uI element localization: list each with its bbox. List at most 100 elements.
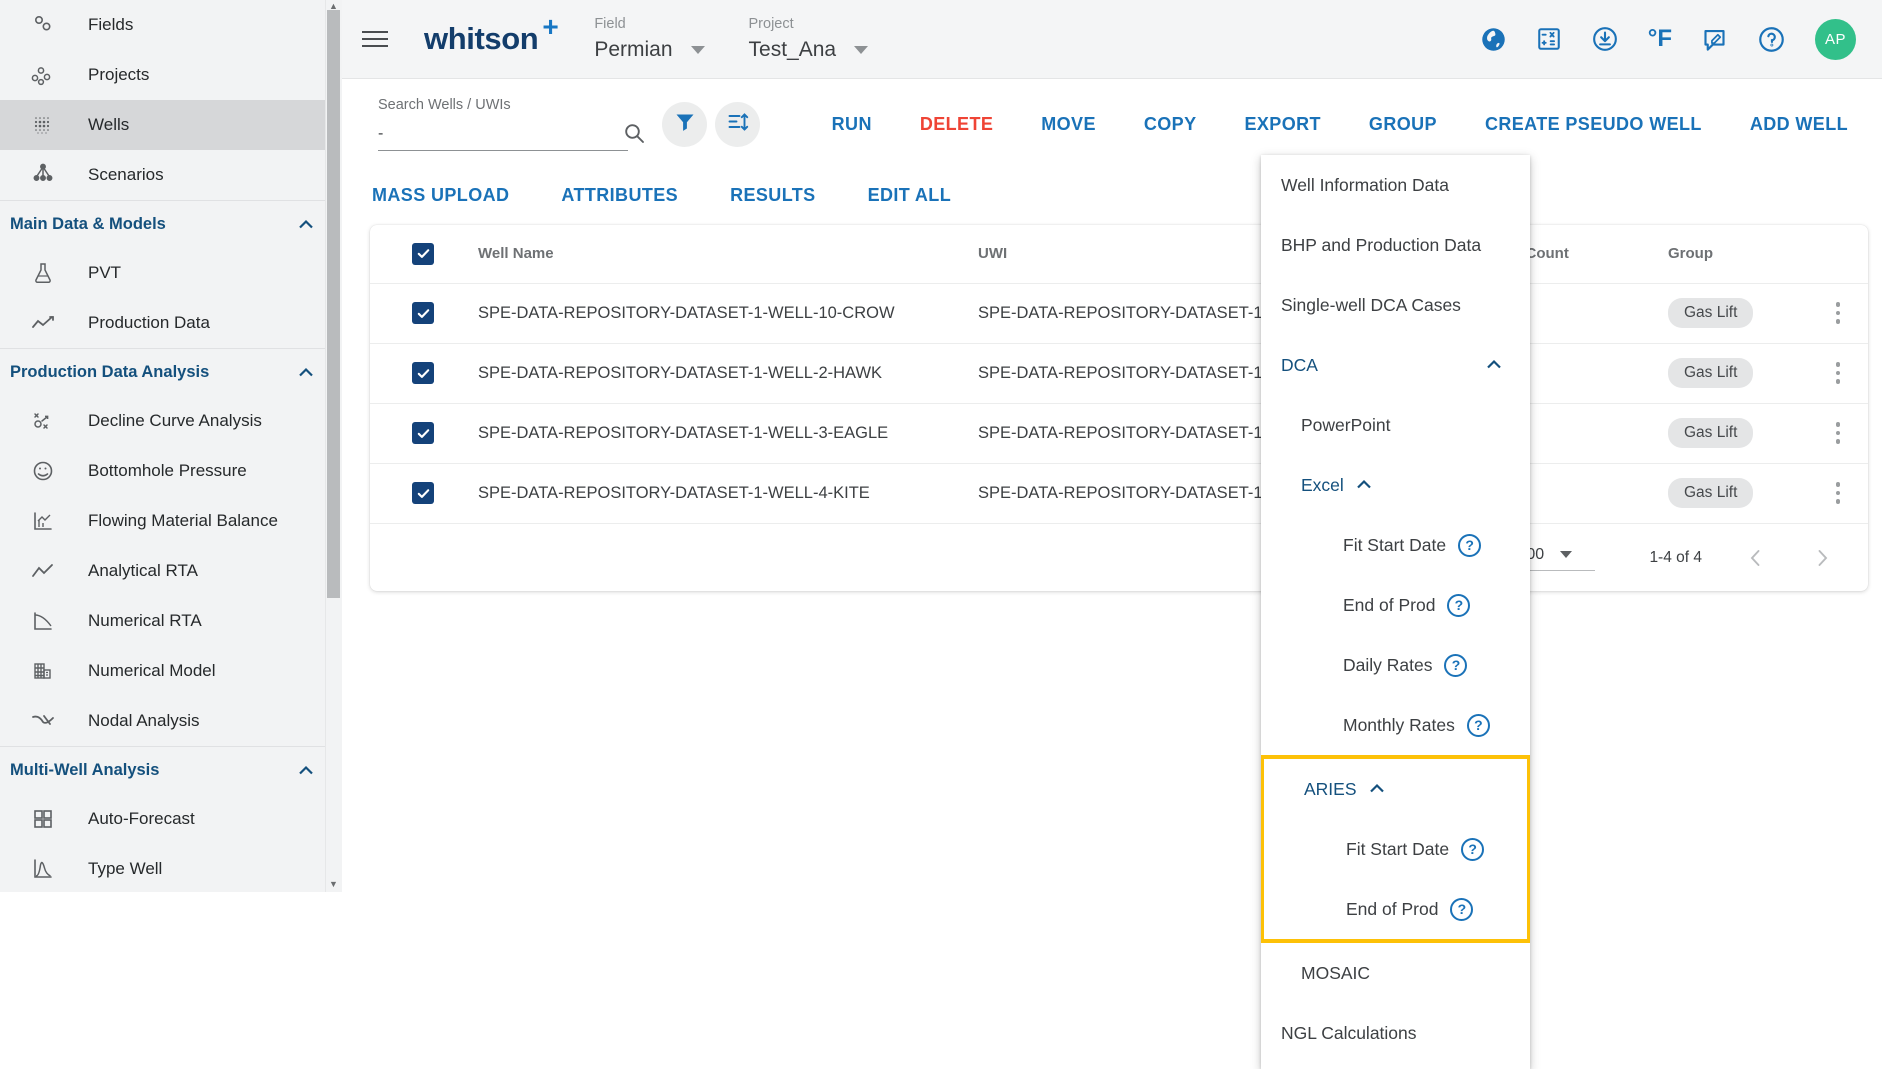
menu-item-bhp-and-production-data[interactable]: BHP and Production Data (1261, 215, 1530, 275)
sidebar-item-decline-curve-analysis[interactable]: Decline Curve Analysis (0, 396, 342, 446)
copy-button[interactable]: COPY (1144, 114, 1197, 135)
row-checkbox[interactable] (412, 482, 434, 504)
sidebar-scrollbar-thumb[interactable] (327, 10, 340, 598)
menu-item-excel-end-of-prod[interactable]: End of Prod ? (1261, 575, 1530, 635)
sidebar-item-nodal-analysis[interactable]: Nodal Analysis (0, 696, 342, 746)
gauge-icon (26, 457, 60, 485)
select-all-cell (370, 225, 478, 284)
help-icon[interactable]: ? (1466, 713, 1490, 737)
chevron-up-icon (296, 363, 316, 383)
sidebar-item-scenarios[interactable]: Scenarios (0, 150, 342, 200)
column-header-group[interactable]: Group (1668, 225, 1808, 284)
help-icon[interactable]: ? (1458, 533, 1482, 557)
menu-item-mosaic[interactable]: MOSAIC (1261, 943, 1530, 1003)
row-checkbox[interactable] (412, 422, 434, 444)
avatar-initials: AP (1824, 30, 1846, 48)
tab-mass-upload[interactable]: MASS UPLOAD (342, 185, 535, 206)
run-button[interactable]: RUN (832, 114, 872, 135)
chevron-right-icon[interactable] (1810, 546, 1834, 570)
menu-item-label: Fit Start Date (1346, 838, 1450, 859)
sidebar-item-fields[interactable]: Fields (0, 0, 342, 50)
menu-expander-aries[interactable]: ARIES (1264, 759, 1527, 819)
sidebar-item-flowing-material-balance[interactable]: Flowing Material Balance (0, 496, 342, 546)
sidebar-item-auto-forecast[interactable]: Auto-Forecast (0, 794, 342, 844)
help-icon[interactable]: ? (1450, 897, 1474, 921)
sidebar-item-label: Bottomhole Pressure (88, 461, 247, 480)
menu-item-excel-monthly-rates[interactable]: Monthly Rates ? (1261, 695, 1530, 755)
scroll-down-arrow-icon[interactable]: ▼ (327, 878, 340, 890)
sidebar-item-numerical-model[interactable]: Numerical Model (0, 646, 342, 696)
menu-expander-excel[interactable]: Excel (1261, 455, 1530, 515)
menu-item-label: End of Prod (1343, 594, 1436, 615)
menu-item-label: BHP and Production Data (1281, 234, 1482, 255)
menu-item-excel-daily-rates[interactable]: Daily Rates ? (1261, 635, 1530, 695)
tab-edit-all[interactable]: EDIT ALL (842, 185, 978, 206)
search-icon[interactable] (622, 121, 646, 150)
sidebar-section-main-data-models[interactable]: Main Data & Models (0, 200, 342, 248)
sort-button[interactable] (715, 101, 760, 147)
table-row[interactable]: SPE-DATA-REPOSITORY-DATASET-1-WELL-4-KIT… (370, 463, 1868, 524)
whitson-logo: whitson + (424, 11, 559, 57)
projects-icon (26, 61, 60, 89)
column-header-well-name[interactable]: Well Name (478, 225, 978, 284)
tab-attributes[interactable]: ATTRIBUTES (535, 185, 704, 206)
table-row[interactable]: SPE-DATA-REPOSITORY-DATASET-1-WELL-3-EAG… (370, 403, 1868, 464)
menu-item-aries-fit-start-date[interactable]: Fit Start Date ? (1264, 819, 1527, 879)
move-button[interactable]: MOVE (1041, 114, 1096, 135)
fahrenheit-icon[interactable]: °F (1648, 27, 1672, 51)
row-menu-icon[interactable] (1808, 482, 1868, 504)
help-icon[interactable]: ? (1447, 593, 1471, 617)
menu-item-label: NGL Calculations (1281, 1022, 1417, 1043)
sidebar-item-bottomhole-pressure[interactable]: Bottomhole Pressure (0, 446, 342, 496)
export-button[interactable]: EXPORT (1245, 114, 1321, 135)
delete-button[interactable]: DELETE (920, 114, 993, 135)
row-checkbox[interactable] (412, 302, 434, 324)
globe-icon[interactable] (1480, 26, 1507, 53)
group-button[interactable]: GROUP (1369, 114, 1437, 135)
help-icon[interactable]: ? (1444, 653, 1468, 677)
create-pseudo-well-button[interactable]: CREATE PSEUDO WELL (1485, 114, 1702, 135)
cell-well-name: SPE-DATA-REPOSITORY-DATASET-1-WELL-4-KIT… (478, 463, 978, 524)
help-icon[interactable]: ? (1461, 837, 1485, 861)
add-well-button[interactable]: ADD WELL (1750, 114, 1848, 135)
menu-item-aries-end-of-prod[interactable]: End of Prod ? (1264, 879, 1527, 939)
sidebar-item-type-well[interactable]: Type Well (0, 844, 342, 892)
avatar[interactable]: AP (1815, 18, 1856, 60)
menu-item-powerpoint[interactable]: PowerPoint (1261, 395, 1530, 455)
row-menu-icon[interactable] (1808, 302, 1868, 324)
cell-well-name: SPE-DATA-REPOSITORY-DATASET-1-WELL-10-CR… (478, 283, 978, 344)
field-selector-value: Permian (594, 38, 673, 61)
sidebar-item-label: Auto-Forecast (88, 809, 195, 828)
sidebar-item-wells[interactable]: Wells (0, 100, 342, 150)
sidebar-item-pvt[interactable]: PVT (0, 248, 342, 298)
project-selector[interactable]: Project Test_Ana (749, 16, 869, 62)
sidebar-item-analytical-rta[interactable]: Analytical RTA (0, 546, 342, 596)
menu-hamburger-icon[interactable] (362, 22, 396, 56)
search-input[interactable]: - (378, 125, 628, 151)
calculator-icon[interactable] (1536, 26, 1562, 52)
sidebar-item-production-data[interactable]: Production Data (0, 298, 342, 348)
menu-item-well-information-data[interactable]: Well Information Data (1261, 155, 1530, 215)
menu-item-excel-fit-start-date[interactable]: Fit Start Date ? (1261, 515, 1530, 575)
row-menu-icon[interactable] (1808, 362, 1868, 384)
sidebar-item-numerical-rta[interactable]: Numerical RTA (0, 596, 342, 646)
sidebar-section-multi-well-analysis[interactable]: Multi-Well Analysis (0, 746, 342, 794)
menu-expander-dca[interactable]: DCA (1261, 335, 1530, 395)
select-all-checkbox[interactable] (412, 242, 434, 265)
download-circle-icon[interactable] (1591, 25, 1619, 53)
row-checkbox[interactable] (412, 362, 434, 384)
help-circle-icon[interactable] (1757, 25, 1786, 54)
menu-item-single-well-dca-cases[interactable]: Single-well DCA Cases (1261, 275, 1530, 335)
table-row[interactable]: SPE-DATA-REPOSITORY-DATASET-1-WELL-2-HAW… (370, 343, 1868, 404)
tab-results[interactable]: RESULTS (704, 185, 841, 206)
filter-button[interactable] (662, 101, 707, 147)
wells-tabs: MASS UPLOAD ATTRIBUTES RESULTS EDIT ALL (342, 169, 977, 221)
field-selector[interactable]: Field Permian (594, 16, 705, 62)
chevron-left-icon[interactable] (1744, 546, 1768, 570)
table-row[interactable]: SPE-DATA-REPOSITORY-DATASET-1-WELL-10-CR… (370, 283, 1868, 344)
menu-item-ngl-calculations[interactable]: NGL Calculations (1261, 1003, 1530, 1063)
sidebar-item-projects[interactable]: Projects (0, 50, 342, 100)
feedback-icon[interactable] (1701, 26, 1728, 53)
row-menu-icon[interactable] (1808, 422, 1868, 444)
sidebar-section-production-data-analysis[interactable]: Production Data Analysis (0, 348, 342, 396)
